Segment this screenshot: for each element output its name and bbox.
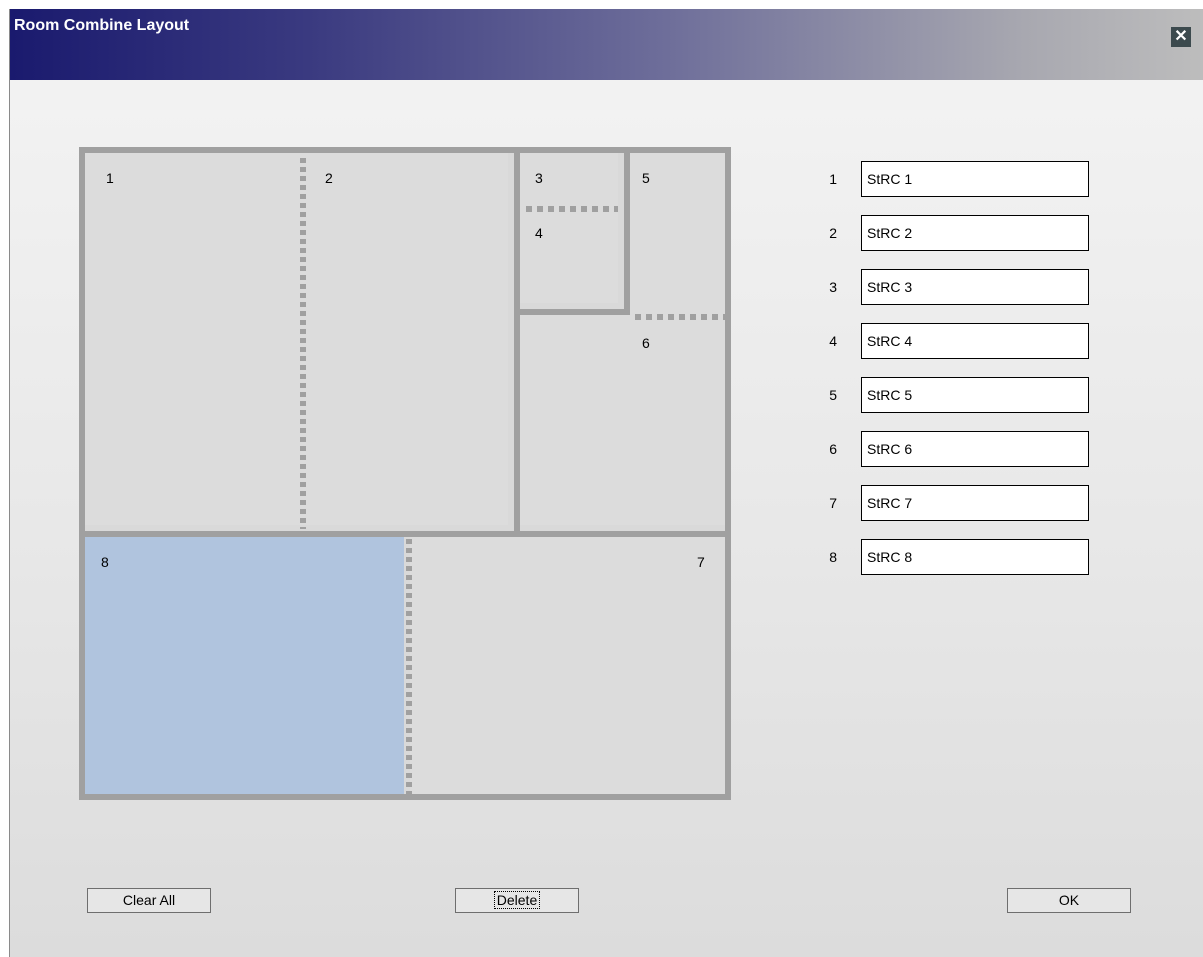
delete-label: Delete xyxy=(493,891,541,909)
room-name-number-5: 5 xyxy=(829,387,837,403)
room-5-label: 5 xyxy=(642,170,650,186)
title-bar[interactable]: Room Combine Layout xyxy=(10,9,1203,80)
wall-vertical-center xyxy=(514,153,520,531)
room-name-number-4: 4 xyxy=(829,333,837,349)
room-name-number-2: 2 xyxy=(829,225,837,241)
room-6-label: 6 xyxy=(642,335,650,351)
wall-vertical-3-5 xyxy=(624,153,630,315)
room-name-field-2[interactable]: StRC 2 xyxy=(861,215,1089,251)
room-name-field-6[interactable]: StRC 6 xyxy=(861,431,1089,467)
dashed-wall-3-4[interactable] xyxy=(526,206,618,212)
wall-horizontal-4-6 xyxy=(520,309,624,315)
ok-button[interactable]: OK xyxy=(1007,888,1131,913)
room-name-field-3[interactable]: StRC 3 xyxy=(861,269,1089,305)
room-name-field-4[interactable]: StRC 4 xyxy=(861,323,1089,359)
wall-horizontal-middle xyxy=(85,531,725,537)
room-name-number-3: 3 xyxy=(829,279,837,295)
room-1-label: 1 xyxy=(106,170,114,186)
room-3-label: 3 xyxy=(535,170,543,186)
dashed-wall-5-6[interactable] xyxy=(635,314,725,320)
room-name-field-7[interactable]: StRC 7 xyxy=(861,485,1089,521)
room-4-label: 4 xyxy=(535,225,543,241)
close-icon[interactable]: ✕ xyxy=(1171,27,1191,47)
floor-plan: 1 2 3 4 5 6 8 7 xyxy=(79,147,731,800)
room-name-field-5[interactable]: StRC 5 xyxy=(861,377,1089,413)
clear-all-label: Clear All xyxy=(122,892,176,908)
room-name-number-1: 1 xyxy=(829,171,837,187)
ok-label: OK xyxy=(1058,892,1080,908)
delete-button[interactable]: Delete xyxy=(455,888,579,913)
room-name-number-7: 7 xyxy=(829,495,837,511)
clear-all-button[interactable]: Clear All xyxy=(87,888,211,913)
dashed-wall-1-2[interactable] xyxy=(300,158,306,529)
room-name-number-8: 8 xyxy=(829,549,837,565)
room-7-label: 7 xyxy=(697,554,705,570)
room-name-field-1[interactable]: StRC 1 xyxy=(861,161,1089,197)
room-6[interactable] xyxy=(520,315,630,525)
room-8[interactable]: 8 xyxy=(85,537,404,794)
room-1[interactable]: 1 xyxy=(85,153,508,525)
room-7[interactable] xyxy=(410,537,725,794)
room-name-number-6: 6 xyxy=(829,441,837,457)
room-2-label: 2 xyxy=(325,170,333,186)
room-name-field-8[interactable]: StRC 8 xyxy=(861,539,1089,575)
dialog-title: Room Combine Layout xyxy=(14,17,190,34)
room-8-label: 8 xyxy=(101,554,109,570)
dashed-wall-8-7[interactable] xyxy=(406,539,412,794)
